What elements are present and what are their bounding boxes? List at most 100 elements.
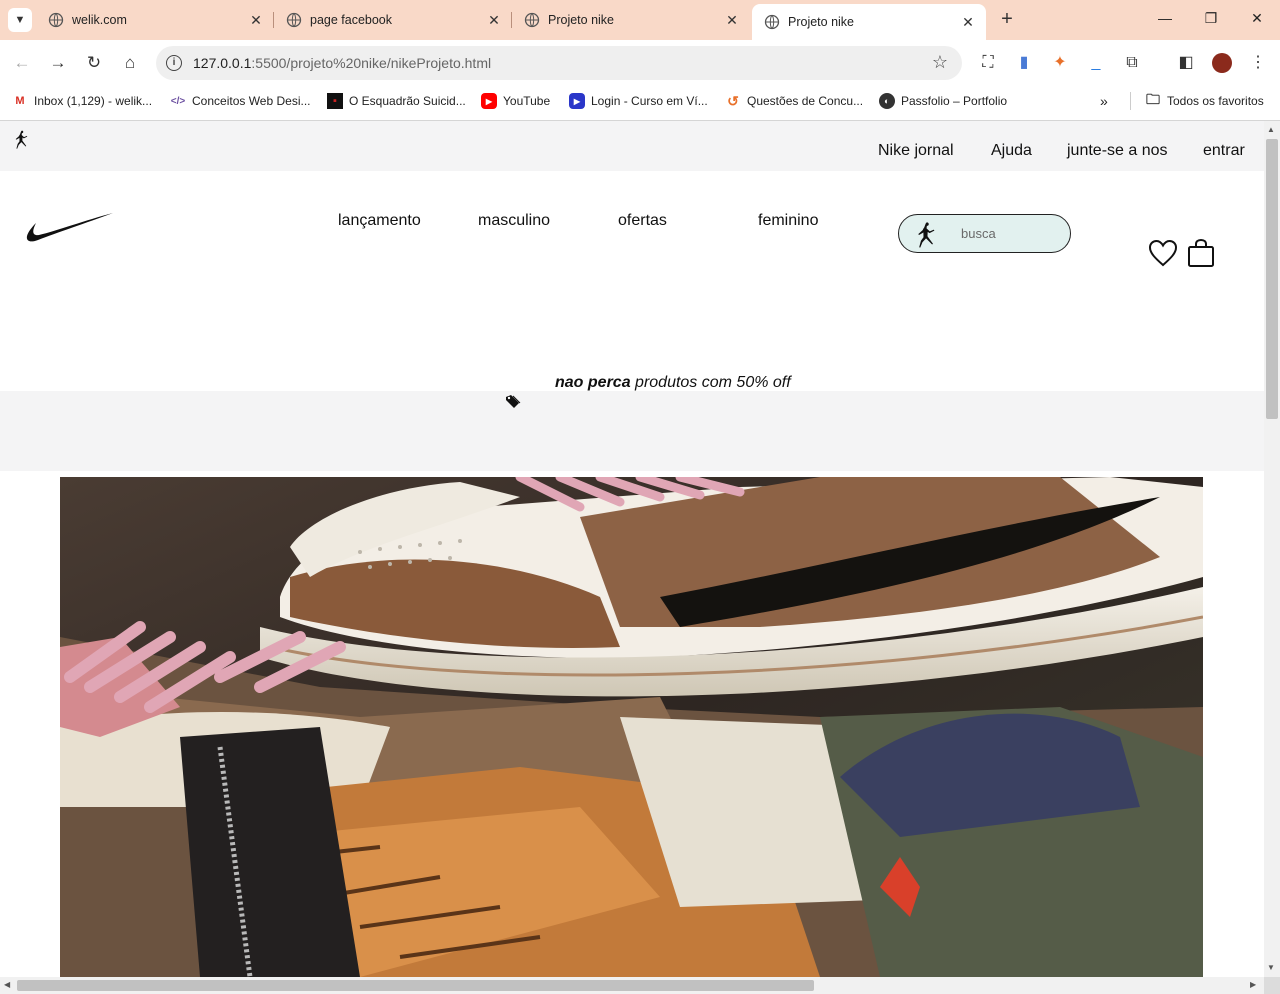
bookmark-item[interactable]: ▶ Login - Curso em Ví...	[569, 93, 708, 109]
scroll-left-icon[interactable]: ◀	[4, 980, 10, 989]
tab-title: welik.com	[72, 13, 127, 27]
nav-lancamento[interactable]: lançamento	[338, 212, 421, 230]
questions-icon: ↺	[727, 92, 739, 109]
address-bar[interactable]: i 127.0.0.1:5500/projeto%20nike/nikeProj…	[156, 46, 962, 80]
minimize-icon[interactable]: —	[1155, 10, 1175, 26]
nav-masculino[interactable]: masculino	[478, 212, 550, 230]
forward-button[interactable]: →	[46, 51, 70, 75]
nike-swoosh-logo[interactable]	[26, 211, 114, 247]
nav-entrar[interactable]: entrar	[1203, 142, 1245, 160]
bookmark-item[interactable]: ▶ YouTube	[481, 93, 550, 109]
scroll-down-icon[interactable]: ▼	[1267, 963, 1275, 972]
bookmark-label: Conceitos Web Desi...	[192, 94, 311, 108]
screenshot-icon[interactable]: ⛶	[977, 52, 999, 74]
nav-ajuda[interactable]: Ajuda	[991, 142, 1032, 160]
search-box[interactable]	[898, 214, 1071, 253]
extensions-puzzle-icon[interactable]: ⧉	[1121, 52, 1143, 74]
passfolio-icon: ◐	[879, 93, 895, 109]
profile-avatar[interactable]	[1211, 52, 1233, 74]
bookmark-label: Questões de Concu...	[747, 94, 864, 108]
bookmark-star-icon[interactable]: ☆	[932, 52, 948, 73]
vertical-scroll-thumb[interactable]	[1266, 139, 1278, 419]
sidepanel-icon[interactable]: ◧	[1175, 52, 1197, 74]
nav-junte-se[interactable]: junte-se a nos	[1067, 142, 1168, 160]
jordan-search-icon	[918, 222, 935, 248]
browser-tab-3[interactable]: Projeto nike ✕	[512, 0, 750, 40]
tab-close-icon[interactable]: ✕	[960, 14, 976, 31]
web-page: Nike jornal Ajuda junte-se a nos entrar …	[0, 121, 1264, 977]
bookmark-label: Inbox (1,129) - welik...	[34, 94, 153, 108]
scroll-up-icon[interactable]: ▲	[1267, 125, 1275, 134]
site-info-icon[interactable]: i	[166, 55, 182, 71]
url-text[interactable]: 127.0.0.1:5500/projeto%20nike/nikeProjet…	[193, 55, 491, 71]
hero-sneakers-image	[60, 477, 1203, 977]
gmail-icon: M	[15, 95, 25, 107]
bookmarks-divider	[1130, 92, 1131, 110]
bookmarks-bar: M Inbox (1,129) - welik... </> Conceitos W…	[0, 86, 1280, 116]
new-tab-button[interactable]: +	[996, 9, 1018, 31]
movie-icon: ▪	[327, 93, 343, 109]
favorites-heart-icon[interactable]	[1148, 239, 1178, 267]
home-button[interactable]: ⌂	[118, 51, 142, 75]
bookmark-item[interactable]: ◐ Passfolio – Portfolio	[879, 93, 1007, 109]
menu-kebab-icon[interactable]: ⋮	[1247, 52, 1269, 74]
code-icon: </>	[170, 95, 186, 107]
bookmark-label: O Esquadrão Suicid...	[349, 94, 466, 108]
folder-icon: 🗀	[1146, 91, 1160, 107]
browser-toolbar: ← → ↻ ⌂ i 127.0.0.1:5500/projeto%20nike/…	[0, 40, 1280, 86]
back-button[interactable]: ←	[10, 51, 34, 75]
globe-icon	[286, 12, 302, 28]
url-host: 127.0.0.1	[193, 55, 252, 71]
tab-title: page facebook	[310, 13, 393, 27]
all-bookmarks-folder[interactable]: 🗀 Todos os favoritos	[1145, 91, 1264, 109]
top-utility-bar: Nike jornal Ajuda junte-se a nos entrar	[0, 121, 1264, 171]
bookmark-item[interactable]: M Inbox (1,129) - welik...	[12, 93, 152, 109]
bookmark-label: YouTube	[503, 94, 551, 108]
browser-tab-1[interactable]: welik.com ✕	[36, 0, 274, 40]
tab-close-icon[interactable]: ✕	[248, 12, 264, 29]
bookmark-item[interactable]: </> Conceitos Web Desi...	[170, 93, 311, 109]
browser-tabbar: ▼ welik.com ✕ page facebook ✕ Projeto ni…	[0, 0, 1280, 40]
tab-title: Projeto nike	[788, 15, 855, 29]
browser-tab-active[interactable]: Projeto nike ✕	[752, 4, 986, 40]
youtube-icon: ▶	[481, 93, 497, 109]
price-tag-icon	[506, 395, 521, 408]
window-close-icon[interactable]: ✕	[1247, 10, 1267, 27]
bookmark-item[interactable]: ↺ Questões de Concu...	[725, 93, 863, 109]
jordan-logo-icon[interactable]	[12, 129, 32, 149]
tab-search-button[interactable]: ▼	[8, 8, 32, 32]
reload-button[interactable]: ↻	[82, 51, 106, 75]
promo-bold: nao perca	[555, 374, 631, 391]
bookmark-label: Login - Curso em Ví...	[591, 94, 708, 108]
scroll-right-icon[interactable]: ▶	[1250, 980, 1256, 989]
search-input[interactable]	[961, 226, 1056, 241]
globe-icon	[48, 12, 64, 28]
horizontal-scroll-thumb[interactable]	[17, 980, 814, 991]
extension-underscore-icon[interactable]: _	[1085, 52, 1107, 74]
shopping-bag-icon[interactable]	[1187, 238, 1215, 268]
bookmark-item[interactable]: ▪ O Esquadrão Suicid...	[327, 93, 466, 109]
promo-rest: produtos com 50% off	[630, 374, 791, 391]
nav-ofertas[interactable]: ofertas	[618, 212, 667, 230]
browser-tab-2[interactable]: page facebook ✕	[274, 0, 512, 40]
tab-close-icon[interactable]: ✕	[486, 12, 502, 29]
scroll-corner	[1264, 977, 1280, 994]
extension-blue-icon[interactable]: ▮	[1013, 52, 1035, 74]
more-bookmarks-chevron-icon[interactable]: »	[1100, 93, 1108, 109]
course-icon: ▶	[569, 93, 585, 109]
sneakers-photo	[60, 477, 1203, 977]
nav-nike-jornal[interactable]: Nike jornal	[878, 142, 954, 160]
restore-icon[interactable]: ❐	[1201, 10, 1221, 27]
vertical-scrollbar[interactable]: ▲ ▼	[1264, 121, 1280, 977]
tab-close-icon[interactable]: ✕	[724, 12, 740, 29]
extension-orange-icon[interactable]: ✦	[1049, 52, 1071, 74]
nav-feminino[interactable]: feminino	[758, 212, 818, 230]
bookmark-label: Passfolio – Portfolio	[901, 94, 1008, 108]
url-path: :5500/projeto%20nike/nikeProjeto.html	[251, 55, 492, 71]
horizontal-scrollbar[interactable]: ◀ ▶	[0, 977, 1264, 994]
globe-icon	[524, 12, 540, 28]
globe-icon	[764, 14, 780, 30]
promo-text: nao perca produtos com 50% off	[555, 374, 791, 392]
promo-band	[0, 391, 1264, 471]
bookmark-label: Todos os favoritos	[1167, 94, 1264, 108]
